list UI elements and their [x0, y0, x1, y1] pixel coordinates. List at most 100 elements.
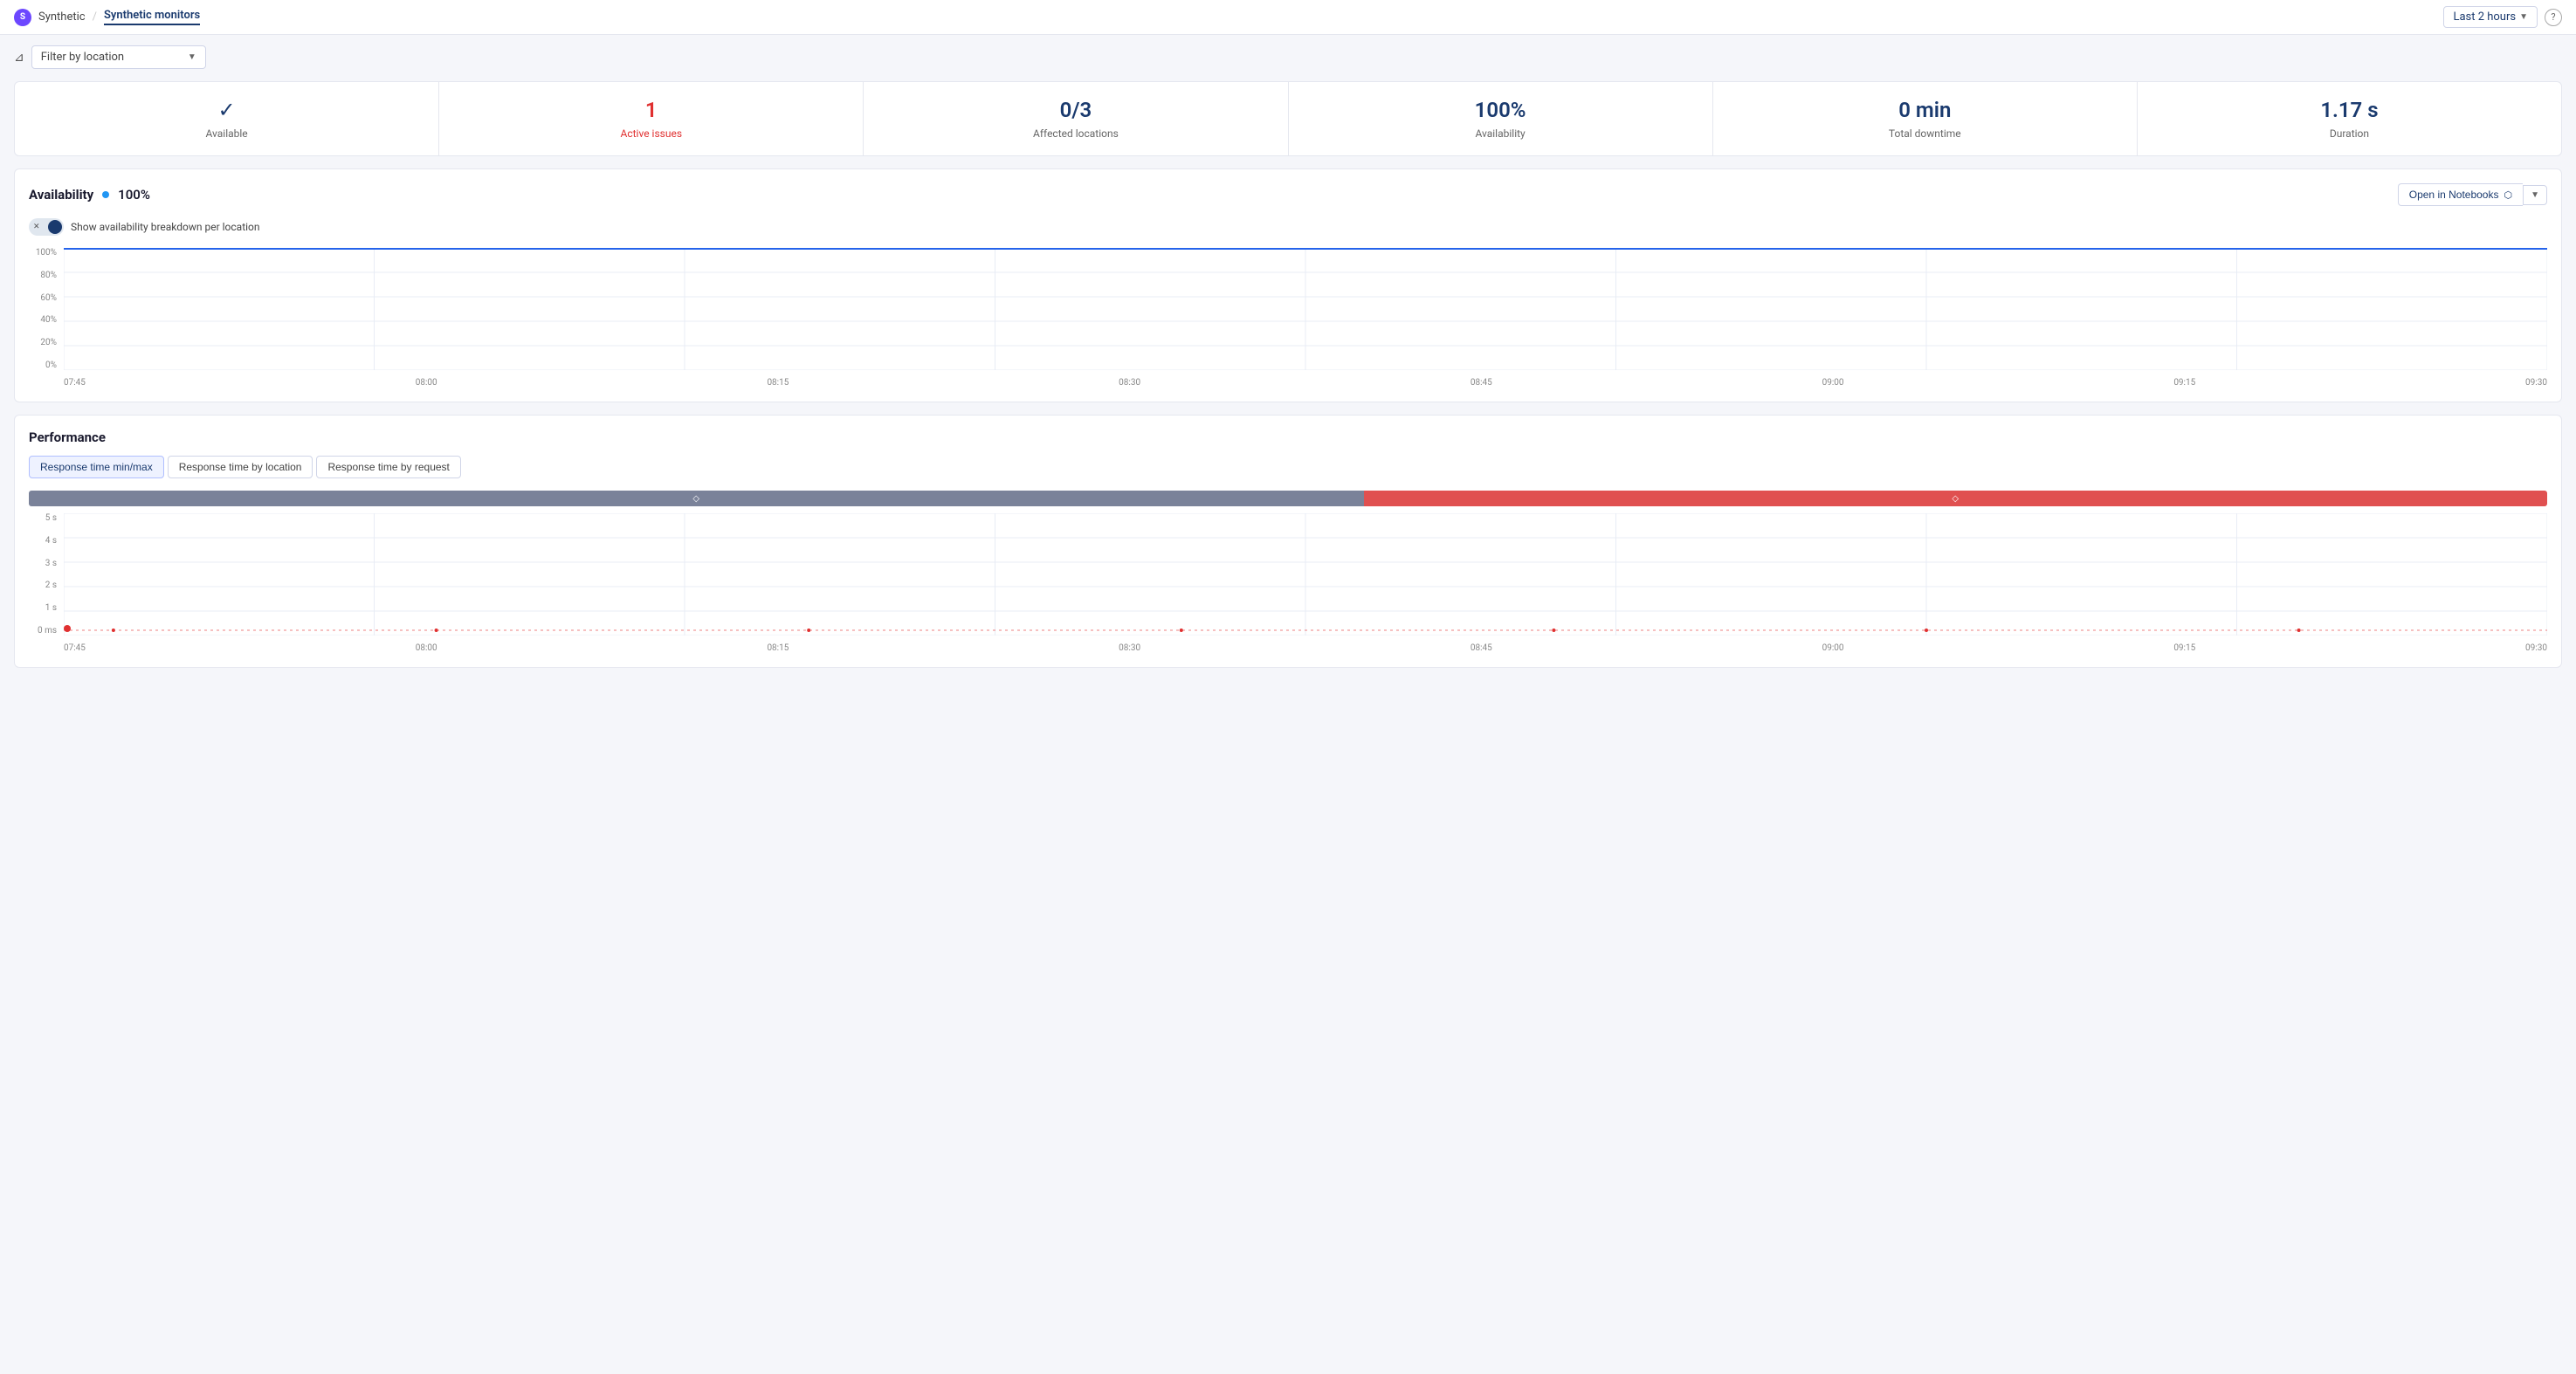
stat-downtime-label: Total downtime [1889, 127, 1961, 140]
toggle-label: Show availability breakdown per location [71, 221, 260, 233]
x-label-0900: 09:00 [1822, 378, 1844, 388]
y-label-100: 100% [29, 248, 60, 258]
tab-response-request[interactable]: Response time by request [316, 456, 460, 478]
open-notebooks-dropdown-button[interactable]: ▼ [2523, 185, 2547, 205]
top-navbar: S Synthetic / Synthetic monitors Last 2 … [0, 0, 2576, 35]
toggle-x-icon: ✕ [33, 223, 40, 231]
perf-svg [64, 513, 2547, 635]
page-name: Synthetic monitors [104, 9, 200, 25]
stats-row: ✓ Available 1 Active issues 0/3 Affected… [14, 81, 2562, 156]
time-selector-chevron: ▼ [2519, 12, 2528, 22]
perf-y-4s: 4 s [29, 536, 60, 546]
availability-section: Availability 100% Open in Notebooks ⬡ ▼ … [14, 168, 2562, 402]
filter-bar: ⊿ Filter by location ▼ [14, 45, 2562, 69]
breakdown-toggle[interactable]: ✕ [29, 218, 64, 236]
performance-title: Performance [29, 429, 2547, 445]
perf-y-labels: 0 ms 1 s 2 s 3 s 4 s 5 s [29, 513, 60, 635]
y-axis-labels: 0% 20% 40% 60% 80% 100% [29, 248, 60, 370]
nav-left: S Synthetic / Synthetic monitors [14, 9, 200, 26]
selector-red: ◇ [1364, 491, 2547, 506]
perf-y-2s: 2 s [29, 581, 60, 590]
stat-duration-value: 1.17 s [2320, 98, 2378, 122]
availability-svg [64, 248, 2547, 370]
stat-availability-label: Availability [1475, 127, 1525, 140]
availability-indicator-dot [102, 191, 109, 198]
perf-x-0815: 08:15 [767, 643, 789, 653]
x-label-0845: 08:45 [1471, 378, 1492, 388]
stat-availability: 100% Availability [1289, 82, 1713, 155]
perf-x-0900: 09:00 [1822, 643, 1844, 653]
stat-affected-value: 0/3 [1060, 98, 1092, 122]
perf-y-3s: 3 s [29, 559, 60, 568]
perf-x-0830: 08:30 [1119, 643, 1140, 653]
toggle-row: ✕ Show availability breakdown per locati… [29, 218, 2547, 236]
stat-issues-value: 1 [645, 98, 658, 122]
time-selector-label: Last 2 hours [2453, 10, 2516, 24]
stat-issues-label: Active issues [621, 127, 683, 140]
performance-section: Performance Response time min/max Respon… [14, 415, 2562, 668]
x-label-0815: 08:15 [767, 378, 789, 388]
perf-selector-bar[interactable]: ◇ ◇ [29, 491, 2547, 506]
filter-label: Filter by location [41, 51, 124, 64]
stat-affected-locations: 0/3 Affected locations [864, 82, 1288, 155]
perf-y-5s: 5 s [29, 513, 60, 523]
perf-x-0915: 09:15 [2173, 643, 2195, 653]
perf-x-0930: 09:30 [2525, 643, 2547, 653]
perf-x-0845: 08:45 [1471, 643, 1492, 653]
filter-by-location-dropdown[interactable]: Filter by location ▼ [31, 45, 206, 69]
selector-gray: ◇ [29, 491, 1364, 506]
help-button[interactable]: ? [2545, 9, 2562, 26]
perf-y-1s: 1 s [29, 603, 60, 613]
tab-response-location[interactable]: Response time by location [168, 456, 313, 478]
x-label-0800: 08:00 [416, 378, 437, 388]
main-content: ⊿ Filter by location ▼ ✓ Available 1 Act… [0, 35, 2576, 678]
nav-separator: / [93, 10, 97, 24]
perf-x-0800: 08:00 [416, 643, 437, 653]
performance-tabs: Response time min/max Response time by l… [29, 456, 2547, 478]
perf-x-0745: 07:45 [64, 643, 86, 653]
tab-response-minmax[interactable]: Response time min/max [29, 456, 164, 478]
y-label-40: 40% [29, 315, 60, 325]
availability-chart-area: 0% 20% 40% 60% 80% 100% [29, 248, 2547, 388]
check-icon: ✓ [218, 98, 236, 122]
help-icon: ? [2551, 11, 2555, 23]
stat-total-downtime: 0 min Total downtime [1713, 82, 2138, 155]
x-label-0930: 09:30 [2525, 378, 2547, 388]
open-notebooks-button[interactable]: Open in Notebooks ⬡ [2398, 183, 2523, 206]
selector-red-diamond: ◇ [1952, 494, 1959, 504]
stat-availability-value: 100% [1475, 98, 1526, 122]
error-dot [64, 625, 71, 632]
stat-available: ✓ Available [15, 82, 439, 155]
stat-duration-label: Duration [2330, 127, 2369, 140]
availability-pct: 100% [118, 187, 150, 203]
stat-affected-label: Affected locations [1033, 127, 1119, 140]
x-label-0915: 09:15 [2173, 378, 2195, 388]
selector-gray-diamond: ◇ [692, 494, 699, 504]
nav-right: Last 2 hours ▼ ? [2443, 6, 2562, 28]
filter-icon: ⊿ [14, 51, 24, 65]
y-label-20: 20% [29, 338, 60, 347]
x-axis-labels: 07:45 08:00 08:15 08:30 08:45 09:00 09:1… [64, 378, 2547, 388]
perf-x-axis: 07:45 08:00 08:15 08:30 08:45 09:00 09:1… [64, 643, 2547, 653]
app-logo: S [14, 9, 31, 26]
availability-title: Availability [29, 187, 93, 203]
y-label-80: 80% [29, 271, 60, 280]
time-selector[interactable]: Last 2 hours ▼ [2443, 6, 2538, 28]
app-name: Synthetic [38, 10, 86, 24]
y-label-60: 60% [29, 293, 60, 303]
chart-header: Availability 100% Open in Notebooks ⬡ ▼ [29, 183, 2547, 206]
performance-graph: 0 ms 1 s 2 s 3 s 4 s 5 s [29, 513, 2547, 653]
stat-active-issues: 1 Active issues [439, 82, 864, 155]
chart-title-area: Availability 100% [29, 187, 150, 203]
open-notebooks-icon: ⬡ [2504, 189, 2512, 201]
toggle-knob [48, 220, 62, 234]
open-notebooks-label: Open in Notebooks [2409, 189, 2499, 201]
stat-duration: 1.17 s Duration [2138, 82, 2561, 155]
open-notebooks-split: Open in Notebooks ⬡ ▼ [2398, 183, 2547, 206]
x-label-0830: 08:30 [1119, 378, 1140, 388]
stat-downtime-value: 0 min [1898, 98, 1951, 122]
perf-y-0ms: 0 ms [29, 626, 60, 635]
stat-available-label: Available [206, 127, 248, 140]
x-label-0745: 07:45 [64, 378, 86, 388]
y-label-0: 0% [29, 361, 60, 370]
